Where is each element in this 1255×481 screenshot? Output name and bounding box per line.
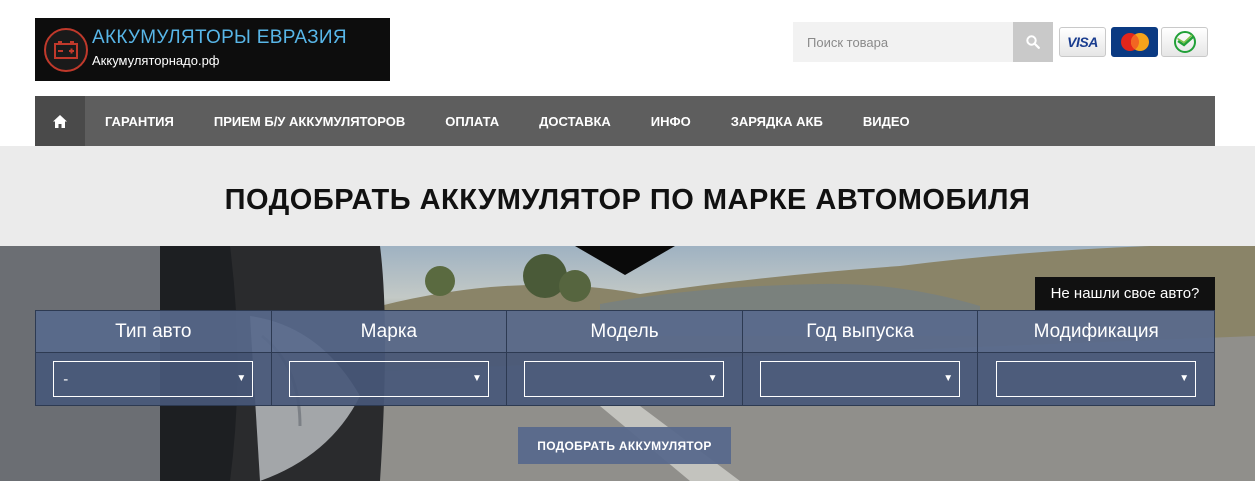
mastercard-icon [1120, 33, 1149, 51]
column-header: Тип авто [36, 311, 271, 353]
sberbank-icon [1173, 31, 1196, 53]
pick-battery-button[interactable]: ПОДОБРАТЬ АККУМУЛЯТОР [518, 427, 731, 464]
chevron-down-icon: ▼ [943, 373, 954, 384]
chevron-down-icon: ▼ [707, 373, 718, 384]
picker-column-brand: Марка ▼ [271, 311, 508, 405]
picker-column-year: Год выпуска ▼ [742, 311, 979, 405]
brand-title: АККУМУЛЯТОРЫ ЕВРАЗИЯ [92, 27, 347, 48]
battery-picker: Тип авто - ▼ Марка ▼ Модель ▼ Год выпуск… [35, 310, 1215, 406]
brand-subtitle: Аккумуляторнадо.рф [92, 53, 220, 68]
model-select[interactable]: ▼ [524, 361, 725, 397]
search-button[interactable] [1013, 22, 1053, 62]
selector-heading: ПОДОБРАТЬ АККУМУЛЯТОР ПО МАРКЕ АВТОМОБИЛ… [224, 184, 1031, 216]
not-found-car-link[interactable]: Не нашли свое авто? [1035, 277, 1215, 310]
column-header: Марка [271, 311, 507, 353]
nav-item-delivery[interactable]: ДОСТАВКА [519, 96, 631, 146]
nav-item-video[interactable]: ВИДЕО [843, 96, 930, 146]
picker-column-model: Модель ▼ [507, 311, 743, 405]
nav-item-warranty[interactable]: ГАРАНТИЯ [85, 96, 194, 146]
picker-column-modification: Модификация ▼ [978, 311, 1214, 405]
year-select[interactable]: ▼ [760, 361, 961, 397]
column-header: Модель [507, 311, 742, 353]
nav-item-info[interactable]: ИНФО [631, 96, 711, 146]
nav-item-payment[interactable]: ОПЛАТА [425, 96, 519, 146]
chevron-down-icon: ▼ [236, 373, 247, 384]
section-pointer [575, 246, 675, 275]
chevron-down-icon: ▼ [1179, 373, 1190, 384]
visa-label: VISA [1067, 34, 1098, 50]
nav-home[interactable] [35, 96, 85, 146]
column-header: Год выпуска [742, 311, 978, 353]
picker-column-vehicle-type: Тип авто - ▼ [36, 311, 272, 405]
visa-badge: VISA [1059, 27, 1106, 57]
brand-select[interactable]: ▼ [288, 361, 489, 397]
search-input[interactable] [793, 22, 1013, 62]
nav-item-battery-charging[interactable]: ЗАРЯДКА АКБ [711, 96, 843, 146]
sberbank-badge [1161, 27, 1208, 57]
nav-item-used-battery-intake[interactable]: ПРИЕМ Б/У АККУМУЛЯТОРОВ [194, 96, 425, 146]
chevron-down-icon: ▼ [471, 373, 482, 384]
main-nav: ГАРАНТИЯ ПРИЕМ Б/У АККУМУЛЯТОРОВ ОПЛАТА … [35, 96, 1215, 146]
search-icon [1026, 35, 1040, 49]
column-header: Модификация [978, 311, 1214, 353]
home-icon [53, 114, 67, 128]
vehicle-type-select[interactable]: - ▼ [53, 361, 254, 397]
modification-select[interactable]: ▼ [996, 361, 1197, 397]
battery-icon [44, 28, 88, 72]
selector-title-band: ПОДОБРАТЬ АККУМУЛЯТОР ПО МАРКЕ АВТОМОБИЛ… [0, 146, 1255, 246]
page: АККУМУЛЯТОРЫ ЕВРАЗИЯ Аккумуляторнадо.рф … [0, 0, 1255, 481]
select-value: - [63, 370, 69, 388]
mastercard-badge [1111, 27, 1158, 57]
site-logo[interactable]: АККУМУЛЯТОРЫ ЕВРАЗИЯ Аккумуляторнадо.рф [35, 18, 390, 81]
